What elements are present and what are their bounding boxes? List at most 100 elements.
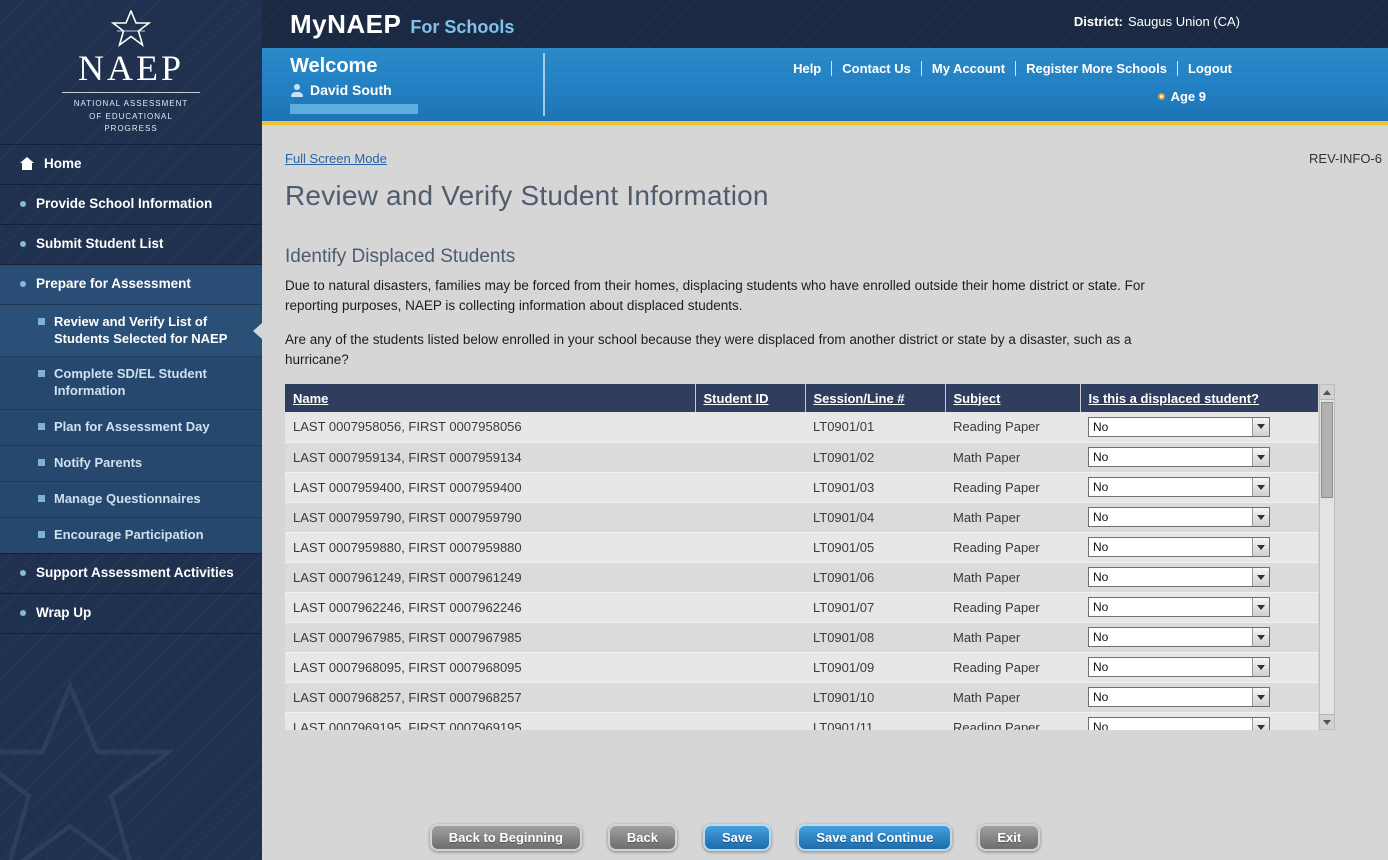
sidebar-item-plan-for-assessment-day[interactable]: Plan for Assessment Day xyxy=(0,410,262,446)
bullet-icon xyxy=(20,241,26,247)
students-table: Name Student ID Session/Line # Subject I… xyxy=(285,384,1318,730)
square-bullet-icon xyxy=(38,459,45,466)
app-brand: MyNAEP For Schools xyxy=(262,9,514,40)
displaced-select[interactable]: No xyxy=(1088,597,1270,617)
displaced-select-wrap: No xyxy=(1088,717,1270,730)
displaced-select-wrap: No xyxy=(1088,537,1270,557)
session-line: LT0901/10 xyxy=(805,682,945,712)
student-name: LAST 0007968095, FIRST 0007968095 xyxy=(285,652,695,682)
scroll-up-button[interactable] xyxy=(1320,385,1334,400)
student-name: LAST 0007959134, FIRST 0007959134 xyxy=(285,442,695,472)
utility-nav: Help Contact Us My Account Register More… xyxy=(783,61,1242,76)
column-header-student-id[interactable]: Student ID xyxy=(695,384,805,412)
sidebar-nav: Home Provide School Information Submit S… xyxy=(0,144,262,633)
sidebar-item-label: Provide School Information xyxy=(36,196,212,213)
session-line: LT0901/08 xyxy=(805,622,945,652)
students-table-wrap: Name Student ID Session/Line # Subject I… xyxy=(285,384,1335,730)
displaced-select[interactable]: No xyxy=(1088,687,1270,707)
sidebar-item-support-assessment-activities[interactable]: Support Assessment Activities xyxy=(0,554,262,594)
bullet-icon xyxy=(20,570,26,576)
sidebar-item-submit-student-list[interactable]: Submit Student List xyxy=(0,225,262,265)
sidebar-item-label: Complete SD/EL Student Information xyxy=(54,366,238,400)
logo-divider xyxy=(62,92,200,93)
logo-subtitle: National Assessment of Educational Progr… xyxy=(66,98,196,136)
column-header-subject[interactable]: Subject xyxy=(945,384,1080,412)
sidebar-item-wrap-up[interactable]: Wrap Up xyxy=(0,594,262,634)
intro-text: Due to natural disasters, families may b… xyxy=(285,276,1173,317)
sidebar-item-label: Prepare for Assessment xyxy=(36,276,191,293)
sidebar-item-complete-sd-el-info[interactable]: Complete SD/EL Student Information xyxy=(0,357,262,410)
nav-link-my-account[interactable]: My Account xyxy=(921,61,1015,76)
session-line: LT0901/01 xyxy=(805,412,945,442)
sidebar-item-provide-school-information[interactable]: Provide School Information xyxy=(0,185,262,225)
nav-link-logout[interactable]: Logout xyxy=(1177,61,1242,76)
displaced-select[interactable]: No xyxy=(1088,537,1270,557)
displaced-select[interactable]: No xyxy=(1088,627,1270,647)
save-button[interactable]: Save xyxy=(703,824,771,851)
table-row: LAST 0007969195, FIRST 0007969195 LT0901… xyxy=(285,712,1318,730)
student-id xyxy=(695,442,805,472)
scroll-down-button[interactable] xyxy=(1320,714,1334,729)
student-name: LAST 0007959880, FIRST 0007959880 xyxy=(285,532,695,562)
table-row: LAST 0007959790, FIRST 0007959790 LT0901… xyxy=(285,502,1318,532)
displaced-select[interactable]: No xyxy=(1088,447,1270,467)
subject: Reading Paper xyxy=(945,532,1080,562)
scrollbar-thumb[interactable] xyxy=(1321,402,1333,498)
exit-button[interactable]: Exit xyxy=(978,824,1040,851)
sidebar-item-home[interactable]: Home xyxy=(0,145,262,185)
displaced-select[interactable]: No xyxy=(1088,477,1270,497)
sidebar-item-manage-questionnaires[interactable]: Manage Questionnaires xyxy=(0,482,262,518)
sidebar-item-notify-parents[interactable]: Notify Parents xyxy=(0,446,262,482)
nav-link-help[interactable]: Help xyxy=(783,61,831,76)
nav-link-contact-us[interactable]: Contact Us xyxy=(831,61,921,76)
subject: Reading Paper xyxy=(945,592,1080,622)
column-header-name[interactable]: Name xyxy=(285,384,695,412)
student-name: LAST 0007967985, FIRST 0007967985 xyxy=(285,622,695,652)
sidebar-item-review-and-verify-list[interactable]: Review and Verify List of Students Selec… xyxy=(0,305,262,358)
table-scrollbar[interactable] xyxy=(1319,384,1335,730)
student-id xyxy=(695,652,805,682)
student-name: LAST 0007959400, FIRST 0007959400 xyxy=(285,472,695,502)
displaced-select[interactable]: No xyxy=(1088,567,1270,587)
square-bullet-icon xyxy=(38,423,45,430)
app-subtitle: For Schools xyxy=(410,17,514,38)
save-and-continue-button[interactable]: Save and Continue xyxy=(797,824,952,851)
table-row: LAST 0007959880, FIRST 0007959880 LT0901… xyxy=(285,532,1318,562)
redacted-school-name xyxy=(290,104,418,114)
sidebar-item-label: Support Assessment Activities xyxy=(36,565,234,582)
question-text: Are any of the students listed below enr… xyxy=(285,330,1173,371)
displaced-select[interactable]: No xyxy=(1088,717,1270,730)
page-code: REV-INFO-6 xyxy=(1309,151,1382,166)
column-header-session-line[interactable]: Session/Line # xyxy=(805,384,945,412)
session-line: LT0901/11 xyxy=(805,712,945,730)
age-indicator[interactable]: Age 9 xyxy=(1158,89,1206,104)
displaced-select-wrap: No xyxy=(1088,687,1270,707)
displaced-select[interactable]: No xyxy=(1088,417,1270,437)
displaced-select[interactable]: No xyxy=(1088,507,1270,527)
column-header-displaced[interactable]: Is this a displaced student? xyxy=(1080,384,1318,412)
back-button[interactable]: Back xyxy=(608,824,677,851)
bullet-icon xyxy=(20,281,26,287)
student-id xyxy=(695,412,805,442)
session-line: LT0901/04 xyxy=(805,502,945,532)
sidebar-item-encourage-participation[interactable]: Encourage Participation xyxy=(0,518,262,553)
decorative-star-watermark xyxy=(0,680,180,860)
student-name: LAST 0007969195, FIRST 0007969195 xyxy=(285,712,695,730)
full-screen-mode-link[interactable]: Full Screen Mode xyxy=(285,151,387,166)
students-table-viewport: Name Student ID Session/Line # Subject I… xyxy=(285,384,1318,730)
divider xyxy=(543,53,545,116)
subject: Math Paper xyxy=(945,502,1080,532)
nav-link-register-more-schools[interactable]: Register More Schools xyxy=(1015,61,1177,76)
sidebar-item-label: Plan for Assessment Day xyxy=(54,419,210,436)
top-bar: MyNAEP For Schools District:Saugus Union… xyxy=(262,0,1388,48)
main-column: MyNAEP For Schools District:Saugus Union… xyxy=(262,0,1388,860)
back-to-beginning-button[interactable]: Back to Beginning xyxy=(430,824,582,851)
scrollbar-track[interactable] xyxy=(1320,401,1334,713)
welcome-block: Welcome David South xyxy=(290,55,418,114)
sidebar-item-prepare-for-assessment[interactable]: Prepare for Assessment xyxy=(0,265,262,305)
age-marker-icon xyxy=(1158,93,1165,100)
session-line: LT0901/09 xyxy=(805,652,945,682)
student-name: LAST 0007968257, FIRST 0007968257 xyxy=(285,682,695,712)
displaced-select[interactable]: No xyxy=(1088,657,1270,677)
student-id xyxy=(695,502,805,532)
